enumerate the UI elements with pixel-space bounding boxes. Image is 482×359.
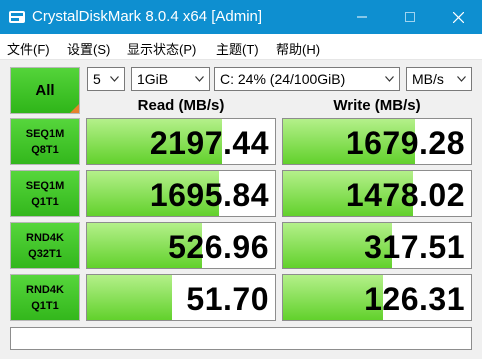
- read-result-seq1m-q1t1: 1695.84: [86, 170, 276, 217]
- test-params: Q1T1: [31, 299, 59, 312]
- comment-input[interactable]: [10, 327, 472, 350]
- all-button[interactable]: All: [10, 67, 80, 114]
- corner-marker: [70, 104, 79, 113]
- minimize-icon: [357, 16, 367, 18]
- read-value: 1695.84: [149, 177, 269, 213]
- read-result-rnd4k-q32t1: 526.96: [86, 222, 276, 269]
- test-button-rnd4k-q1t1[interactable]: RND4K Q1T1: [10, 274, 80, 321]
- close-icon: [452, 11, 464, 23]
- read-result-rnd4k-q1t1: 51.70: [86, 274, 276, 321]
- test-name: SEQ1M: [25, 179, 65, 192]
- read-bar: [87, 275, 172, 320]
- maximize-icon: [405, 12, 415, 22]
- menu-file[interactable]: 文件(F): [7, 39, 50, 58]
- all-button-label: All: [35, 82, 55, 99]
- drive-value: C: 24% (24/100GiB): [220, 71, 346, 87]
- write-result-seq1m-q1t1: 1478.02: [282, 170, 472, 217]
- read-column-header: Read (MB/s): [137, 97, 225, 114]
- test-name: RND4K: [26, 283, 64, 296]
- read-value: 2197.44: [149, 125, 269, 161]
- close-button[interactable]: [434, 0, 482, 34]
- window-title: CrystalDiskMark 8.0.4 x64 [Admin]: [32, 8, 263, 25]
- write-result-rnd4k-q32t1: 317.51: [282, 222, 472, 269]
- size-select[interactable]: 1GiB: [131, 67, 210, 91]
- maximize-button[interactable]: [386, 0, 434, 34]
- size-value: 1GiB: [137, 71, 169, 87]
- test-params: Q8T1: [31, 143, 59, 156]
- minimize-button[interactable]: [338, 0, 386, 34]
- test-button-seq1m-q1t1[interactable]: SEQ1M Q1T1: [10, 170, 80, 217]
- drive-select[interactable]: C: 24% (24/100GiB): [214, 67, 400, 91]
- test-params: Q1T1: [31, 195, 59, 208]
- read-result-seq1m-q8t1: 2197.44: [86, 118, 276, 165]
- write-column-header: Write (MB/s): [333, 97, 421, 114]
- menu-help[interactable]: 帮助(H): [276, 39, 320, 58]
- test-button-rnd4k-q32t1[interactable]: RND4K Q32T1: [10, 222, 80, 269]
- menu-settings[interactable]: 设置(S): [67, 39, 110, 58]
- write-value: 1679.28: [345, 125, 465, 161]
- write-value: 1478.02: [345, 177, 465, 213]
- chevron-down-icon: [385, 76, 394, 82]
- read-value: 526.96: [168, 229, 269, 265]
- app-icon: [9, 11, 25, 23]
- chevron-down-icon: [457, 76, 466, 82]
- menu-display[interactable]: 显示状态(P): [127, 39, 196, 58]
- write-value: 126.31: [364, 281, 465, 317]
- chevron-down-icon: [195, 76, 204, 82]
- read-value: 51.70: [186, 281, 269, 317]
- menu-theme[interactable]: 主题(T): [216, 39, 259, 58]
- write-result-rnd4k-q1t1: 126.31: [282, 274, 472, 321]
- chevron-down-icon: [110, 76, 119, 82]
- count-value: 5: [93, 71, 101, 87]
- unit-select[interactable]: MB/s: [406, 67, 472, 91]
- unit-value: MB/s: [412, 71, 444, 87]
- test-name: SEQ1M: [25, 127, 65, 140]
- test-name: RND4K: [26, 231, 64, 244]
- count-select[interactable]: 5: [87, 67, 125, 91]
- write-result-seq1m-q8t1: 1679.28: [282, 118, 472, 165]
- write-value: 317.51: [364, 229, 465, 265]
- test-params: Q32T1: [28, 247, 62, 260]
- test-button-seq1m-q8t1[interactable]: SEQ1M Q8T1: [10, 118, 80, 165]
